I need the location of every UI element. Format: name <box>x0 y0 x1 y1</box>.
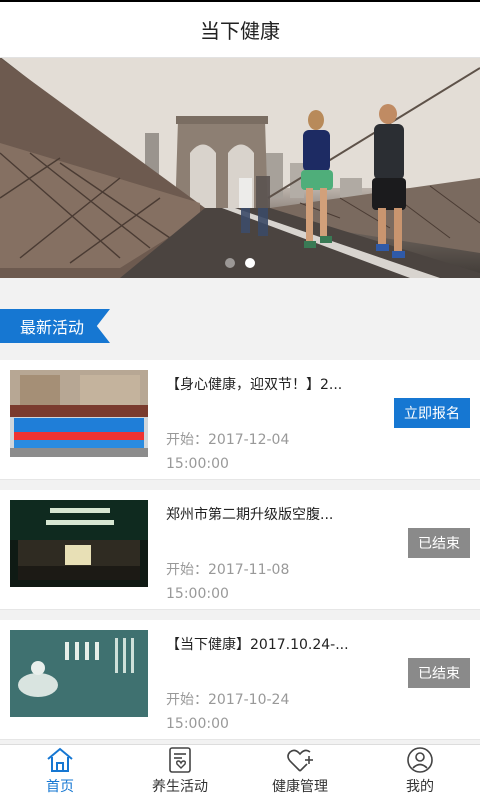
activity-title[interactable]: 郑州市第二期升级版空腹... <box>166 504 356 524</box>
banner-carousel[interactable] <box>0 58 480 278</box>
user-icon <box>407 747 433 773</box>
activity-start: 开始：2017-11-08 15:00:00 <box>166 558 289 606</box>
activity-start: 开始：2017-12-04 15:00:00 <box>166 428 289 476</box>
carousel-dot-active[interactable] <box>245 258 255 268</box>
activity-start: 开始：2017-10-24 15:00:00 <box>166 688 289 736</box>
start-time: 15:00:00 <box>166 586 229 602</box>
register-button[interactable]: 立即报名 <box>394 398 470 428</box>
activity-thumbnail <box>10 370 148 457</box>
app-header: 当下健康 <box>0 0 480 58</box>
ended-button[interactable]: 已结束 <box>408 528 470 558</box>
activity-title[interactable]: 【身心健康，迎双节！】2... <box>166 374 356 394</box>
heart-plus-icon <box>287 749 313 772</box>
start-time: 15:00:00 <box>166 456 229 472</box>
tab-activities-label: 养生活动 <box>152 779 208 795</box>
activity-title[interactable]: 【当下健康】2017.10.24-... <box>166 634 356 654</box>
section-label: 最新活动 <box>0 309 110 343</box>
bottom-tab-bar: 首页 养生活动 健康管理 我的 <box>0 744 480 800</box>
start-date: 2017-11-08 <box>208 562 290 578</box>
tab-profile[interactable]: 我的 <box>360 745 480 800</box>
calendar-heart-icon <box>169 747 191 773</box>
start-date: 2017-12-04 <box>208 432 290 448</box>
tab-activities[interactable]: 养生活动 <box>120 745 240 800</box>
start-prefix: 开始： <box>166 692 208 708</box>
home-icon <box>47 747 73 772</box>
activity-thumbnail <box>10 630 148 717</box>
start-prefix: 开始： <box>166 562 208 578</box>
activity-card[interactable]: 【当下健康】2017.10.24-... 开始：2017-10-24 15:00… <box>0 620 480 740</box>
activity-card[interactable]: 【身心健康，迎双节！】2... 开始：2017-12-04 15:00:00 立… <box>0 360 480 480</box>
ended-button[interactable]: 已结束 <box>408 658 470 688</box>
activity-card[interactable]: 郑州市第二期升级版空腹... 开始：2017-11-08 15:00:00 已结… <box>0 490 480 610</box>
tab-health[interactable]: 健康管理 <box>240 745 360 800</box>
carousel-indicator <box>0 258 480 268</box>
start-prefix: 开始： <box>166 432 208 448</box>
tab-health-label: 健康管理 <box>272 779 328 795</box>
page-title: 当下健康 <box>200 19 280 43</box>
tab-profile-label: 我的 <box>406 779 434 795</box>
tab-home[interactable]: 首页 <box>0 745 120 800</box>
carousel-dot[interactable] <box>225 258 235 268</box>
banner-image <box>0 58 480 278</box>
activity-thumbnail <box>10 500 148 587</box>
start-date: 2017-10-24 <box>208 692 290 708</box>
start-time: 15:00:00 <box>166 716 229 732</box>
tab-home-label: 首页 <box>46 779 74 795</box>
